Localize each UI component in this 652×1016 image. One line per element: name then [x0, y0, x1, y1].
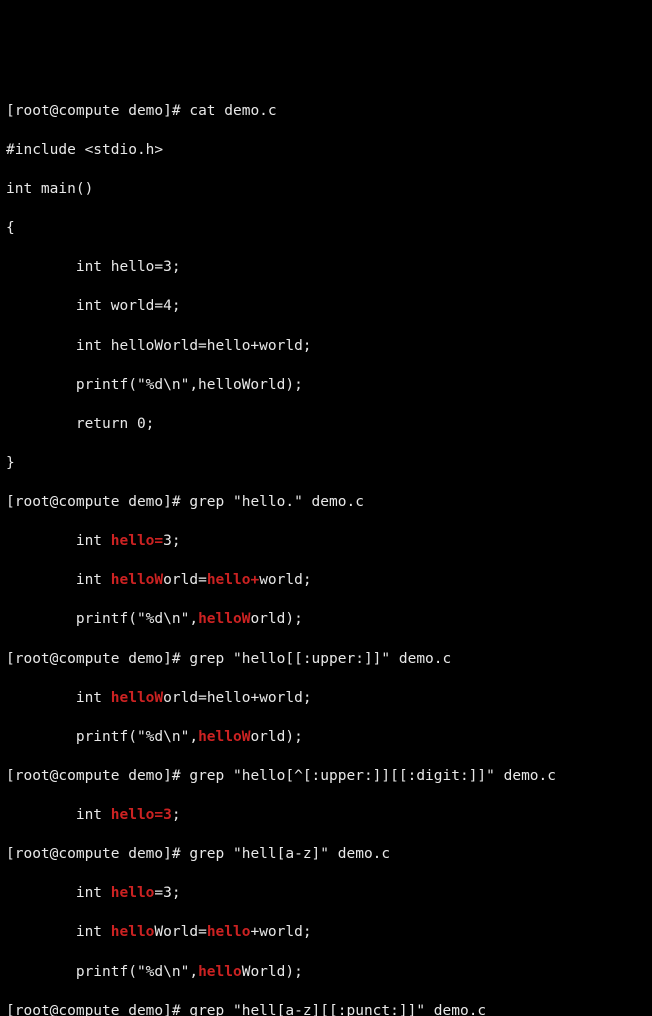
shell-prompt: [root@compute demo]#: [6, 103, 181, 119]
match-highlight: helloW: [198, 729, 250, 745]
src-line: int world=4;: [6, 297, 646, 317]
src-line: #include <stdio.h>: [6, 141, 646, 161]
match-highlight: hello+: [207, 572, 259, 588]
src-line: }: [6, 454, 646, 474]
src-line: int main(): [6, 180, 646, 200]
cmd-line-grep2: [root@compute demo]# grep "hello[[:upper…: [6, 650, 646, 670]
cmd-line-grep3: [root@compute demo]# grep "hello[^[:uppe…: [6, 767, 646, 787]
match-highlight: hello: [111, 885, 155, 901]
match-highlight: hello=3: [111, 807, 172, 823]
grep-output: int hello=3;: [6, 806, 646, 826]
src-line: int hello=3;: [6, 258, 646, 278]
grep-output: printf("%d\n",helloWorld);: [6, 610, 646, 630]
command-text: grep "hell[a-z]" demo.c: [189, 846, 390, 862]
grep-output: int helloWorld=hello+world;: [6, 571, 646, 591]
match-highlight: hello: [111, 924, 155, 940]
command-text: grep "hello[^[:upper:]][[:digit:]]" demo…: [189, 768, 556, 784]
cmd-line-grep1: [root@compute demo]# grep "hello." demo.…: [6, 493, 646, 513]
match-highlight: hello: [207, 924, 251, 940]
shell-prompt: [root@compute demo]#: [6, 651, 181, 667]
shell-prompt: [root@compute demo]#: [6, 1003, 181, 1016]
match-highlight: helloW: [111, 572, 163, 588]
match-highlight: helloW: [198, 611, 250, 627]
grep-output: int helloWorld=hello+world;: [6, 689, 646, 709]
command-text: cat demo.c: [189, 103, 276, 119]
src-line: printf("%d\n",helloWorld);: [6, 376, 646, 396]
command-text: grep "hello[[:upper:]]" demo.c: [189, 651, 451, 667]
cmd-line-grep4: [root@compute demo]# grep "hell[a-z]" de…: [6, 845, 646, 865]
match-highlight: helloW: [111, 690, 163, 706]
terminal-output: [root@compute demo]# cat demo.c #include…: [6, 82, 646, 1016]
src-line: {: [6, 219, 646, 239]
command-text: grep "hell[a-z][[:punct:]]" demo.c: [189, 1003, 486, 1016]
grep-output: int hello=3;: [6, 884, 646, 904]
match-highlight: hello=: [111, 533, 163, 549]
cmd-line-cat: [root@compute demo]# cat demo.c: [6, 102, 646, 122]
src-line: return 0;: [6, 415, 646, 435]
match-highlight: hello: [198, 964, 242, 980]
grep-output: printf("%d\n",helloWorld);: [6, 963, 646, 983]
grep-output: int helloWorld=hello+world;: [6, 923, 646, 943]
cmd-line-grep5: [root@compute demo]# grep "hell[a-z][[:p…: [6, 1002, 646, 1016]
grep-output: int hello=3;: [6, 532, 646, 552]
src-line: int helloWorld=hello+world;: [6, 337, 646, 357]
grep-output: printf("%d\n",helloWorld);: [6, 728, 646, 748]
shell-prompt: [root@compute demo]#: [6, 846, 181, 862]
shell-prompt: [root@compute demo]#: [6, 768, 181, 784]
